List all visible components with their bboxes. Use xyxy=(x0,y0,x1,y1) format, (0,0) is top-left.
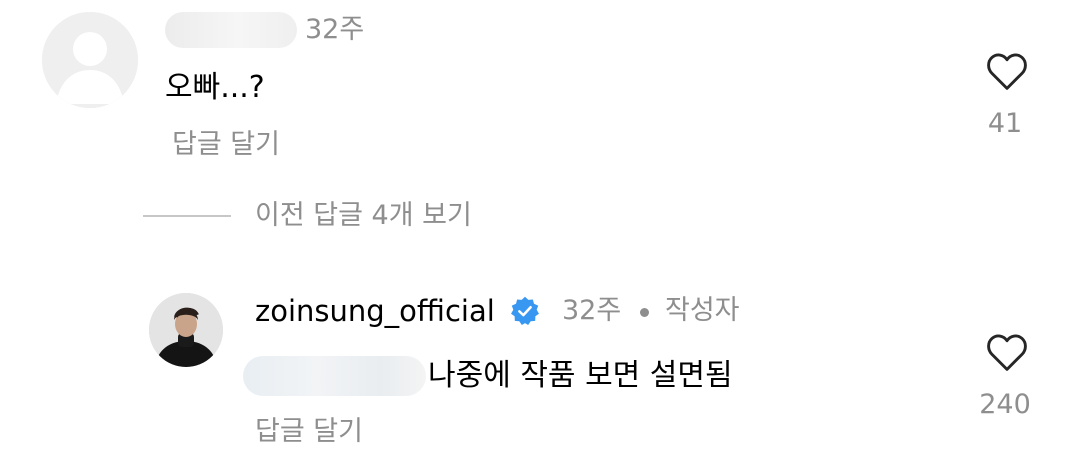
default-avatar-icon xyxy=(42,12,138,108)
separator-dot xyxy=(640,308,649,317)
like-count: 41 xyxy=(987,108,1023,139)
author-label: 작성자 xyxy=(665,295,740,326)
avatar-default[interactable] xyxy=(42,12,138,108)
like-count: 240 xyxy=(979,389,1031,420)
heart-icon[interactable] xyxy=(985,52,1029,92)
verified-badge-icon xyxy=(510,296,540,326)
avatar[interactable] xyxy=(149,293,223,367)
username-link[interactable]: zoinsung_official xyxy=(255,293,495,329)
blurred-username xyxy=(165,12,297,48)
blurred-mention xyxy=(243,356,426,396)
view-previous-replies-button[interactable]: 이전 답글 4개 보기 xyxy=(255,198,472,234)
comment-time: 32주 xyxy=(305,14,365,45)
reply-button[interactable]: 답글 달기 xyxy=(255,414,363,450)
comment-time: 32주 xyxy=(562,295,622,326)
reply-button[interactable]: 답글 달기 xyxy=(172,127,280,163)
heart-icon[interactable] xyxy=(985,333,1029,373)
comment-text: 오빠...? xyxy=(165,70,265,105)
reply-thread-line xyxy=(143,215,231,217)
comment-text: 나중에 작품 보면 설면됨 xyxy=(428,358,733,393)
